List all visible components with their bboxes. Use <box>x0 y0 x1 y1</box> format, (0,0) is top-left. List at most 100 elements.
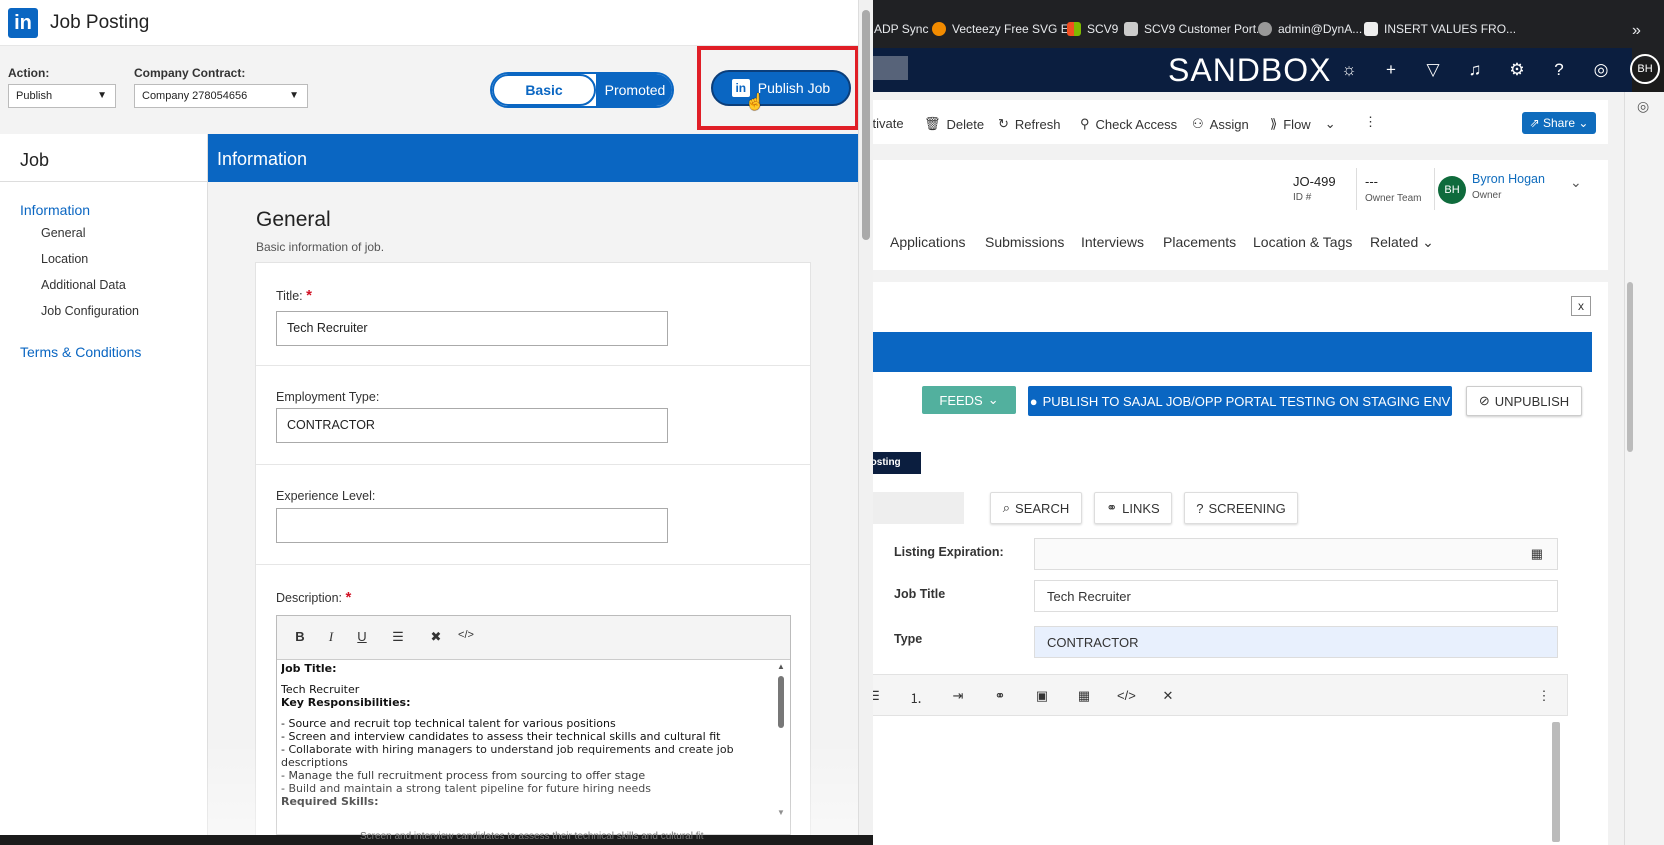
numbered-list-icon[interactable]: ⒈ <box>907 688 925 707</box>
image-icon[interactable]: ▣ <box>1033 688 1051 704</box>
copilot-icon[interactable]: ◎ <box>1590 60 1612 80</box>
listing-expiration-input[interactable]: ▦ <box>1034 538 1558 570</box>
delete-button[interactable]: 🗑 Delete <box>924 116 984 132</box>
more-icon[interactable]: ⋮ <box>1535 688 1553 704</box>
bookmark-label: SCV9 <box>1087 22 1119 36</box>
title-label-text: Title: <box>276 289 303 303</box>
editor-line: - Source and recruit top technical talen… <box>281 717 616 730</box>
type-label: Type <box>894 632 923 646</box>
owner-name-link[interactable]: Byron Hogan <box>1472 172 1545 186</box>
bullet-list-icon[interactable]: ☰ <box>389 629 407 645</box>
window-scrollbar[interactable] <box>858 0 873 835</box>
publish-portal-button[interactable]: ● PUBLISH TO SAJAL JOB/OPP PORTAL TESTING… <box>1028 386 1452 416</box>
calendar-icon[interactable]: ▦ <box>1531 546 1543 562</box>
tab-applications[interactable]: Applications <box>890 234 966 250</box>
owner-team-value: --- <box>1365 174 1378 189</box>
table-icon[interactable]: ▦ <box>1075 688 1093 704</box>
chevron-down-icon: ⌄ <box>1324 116 1336 131</box>
bookmark-scv9[interactable]: SCV9 <box>1067 22 1118 36</box>
page-scrollbar[interactable] <box>1627 282 1633 452</box>
bookmark-scv9-portal[interactable]: SCV9 Customer Port... <box>1124 22 1266 36</box>
gear-icon[interactable]: ⚙ <box>1506 60 1528 80</box>
italic-icon[interactable]: I <box>322 629 340 645</box>
indent-icon[interactable]: ⇥ <box>949 688 967 704</box>
sidebar-item-terms[interactable]: Terms & Conditions <box>20 344 141 360</box>
lightbulb-icon[interactable]: ☼ <box>1338 60 1360 80</box>
bookmark-vecteezy[interactable]: Vecteezy Free SVG E... <box>932 22 1079 36</box>
bookmark-insert-values[interactable]: INSERT VALUES FRO... <box>1364 22 1516 36</box>
search-button[interactable]: ⌕ SEARCH <box>990 492 1082 524</box>
bookmark-admin[interactable]: admin@DynA... <box>1258 22 1362 36</box>
more-bookmarks-icon[interactable]: » <box>1632 22 1641 40</box>
contract-label: Company Contract: <box>134 66 246 80</box>
tab-placements[interactable]: Placements <box>1163 234 1236 250</box>
feeds-button[interactable]: FEEDS ⌄ <box>922 386 1016 414</box>
highlight-box: in Publish Job ☝ <box>697 46 859 130</box>
bell-icon[interactable]: ♫ <box>1464 60 1486 80</box>
code-icon[interactable]: </> <box>457 629 475 641</box>
underline-icon[interactable]: U <box>353 629 371 644</box>
scroll-up-icon[interactable]: ▲ <box>777 662 785 671</box>
close-button[interactable]: x <box>1571 296 1591 316</box>
sidebar-item-job-configuration[interactable]: Job Configuration <box>41 304 139 318</box>
unpublish-button[interactable]: ⊘ UNPUBLISH <box>1466 386 1582 416</box>
bold-icon[interactable]: B <box>291 629 309 644</box>
clear-format-icon[interactable]: ✕ <box>1159 688 1177 704</box>
filter-icon[interactable]: ▽ <box>1422 60 1444 80</box>
employment-type-input[interactable]: CONTRACTOR <box>276 408 668 443</box>
refresh-button[interactable]: ↻ Refresh <box>998 116 1060 132</box>
contract-select[interactable]: Company 278054656 ▼ <box>134 84 308 108</box>
employment-type-field: Employment Type: CONTRACTOR <box>256 366 810 465</box>
scroll-thumb[interactable] <box>778 676 784 728</box>
search-field[interactable] <box>858 492 964 524</box>
publish-job-button[interactable]: in Publish Job <box>711 70 851 106</box>
assign-button[interactable]: ⚇ Assign <box>1192 116 1249 132</box>
sidebar-item-additional-data[interactable]: Additional Data <box>41 278 126 292</box>
key-icon: ⚲ <box>1080 116 1090 131</box>
title-input[interactable]: Tech Recruiter <box>276 311 668 346</box>
copilot-icon[interactable]: ◎ <box>1637 98 1649 115</box>
tab-interviews[interactable]: Interviews <box>1081 234 1144 250</box>
trash-icon: 🗑 <box>924 116 941 131</box>
user-avatar[interactable]: BH <box>1630 54 1660 84</box>
experience-level-input[interactable] <box>276 508 668 543</box>
background-text: Screen and interview candidates to asses… <box>360 831 704 842</box>
sidebar-item-information[interactable]: Information <box>20 202 90 218</box>
editor-scrollbar[interactable] <box>1552 722 1560 842</box>
bottom-strip: Screen and interview candidates to asses… <box>0 831 873 845</box>
check-access-button[interactable]: ⚲ Check Access <box>1080 116 1177 132</box>
sidebar-item-general[interactable]: General <box>41 226 85 240</box>
globe-icon <box>1258 22 1272 36</box>
editor-toolbar: B I U ☰ ✖ </> <box>277 616 790 660</box>
toggle-promoted[interactable]: Promoted <box>596 74 672 106</box>
flow-button[interactable]: ⟫ Flow ⌄ <box>1270 116 1336 132</box>
more-commands-icon[interactable]: ⋮ <box>1364 114 1377 130</box>
listing-expiration-label: Listing Expiration: <box>894 545 1004 559</box>
question-icon: ? <box>1196 500 1204 516</box>
record-id: JO-499 <box>1293 174 1336 189</box>
bookmark-adp-sync[interactable]: ADP Sync <box>874 22 928 36</box>
bookmark-label: ADP Sync <box>874 22 929 36</box>
action-select[interactable]: Publish ▼ <box>8 84 116 108</box>
tab-submissions[interactable]: Submissions <box>985 234 1064 250</box>
code-icon[interactable]: </> <box>1117 688 1136 703</box>
type-input[interactable]: CONTRACTOR <box>1034 626 1558 658</box>
page-icon <box>1364 22 1378 36</box>
toggle-basic[interactable]: Basic <box>492 74 596 106</box>
expand-chevron-icon[interactable]: ⌄ <box>1570 174 1582 191</box>
clear-format-icon[interactable]: ✖ <box>427 629 445 645</box>
sidebar-item-location[interactable]: Location <box>41 252 88 266</box>
scroll-thumb[interactable] <box>862 10 870 240</box>
plus-icon[interactable]: + <box>1380 60 1402 80</box>
globe-icon: ● <box>1029 393 1038 409</box>
action-label: Action: <box>8 66 50 80</box>
job-title-input[interactable]: Tech Recruiter <box>1034 580 1558 612</box>
tab-location-tags[interactable]: Location & Tags <box>1253 234 1352 250</box>
share-button[interactable]: ⇗ Share ⌄ <box>1522 112 1596 134</box>
help-icon[interactable]: ? <box>1548 60 1570 80</box>
tab-related[interactable]: Related ⌄ <box>1370 234 1434 251</box>
link-icon[interactable]: ⚭ <box>991 688 1009 704</box>
post-type-toggle: Promoted Basic <box>490 72 674 108</box>
screening-button[interactable]: ? SCREENING <box>1184 492 1298 524</box>
links-button[interactable]: ⚭ LINKS <box>1094 492 1172 524</box>
